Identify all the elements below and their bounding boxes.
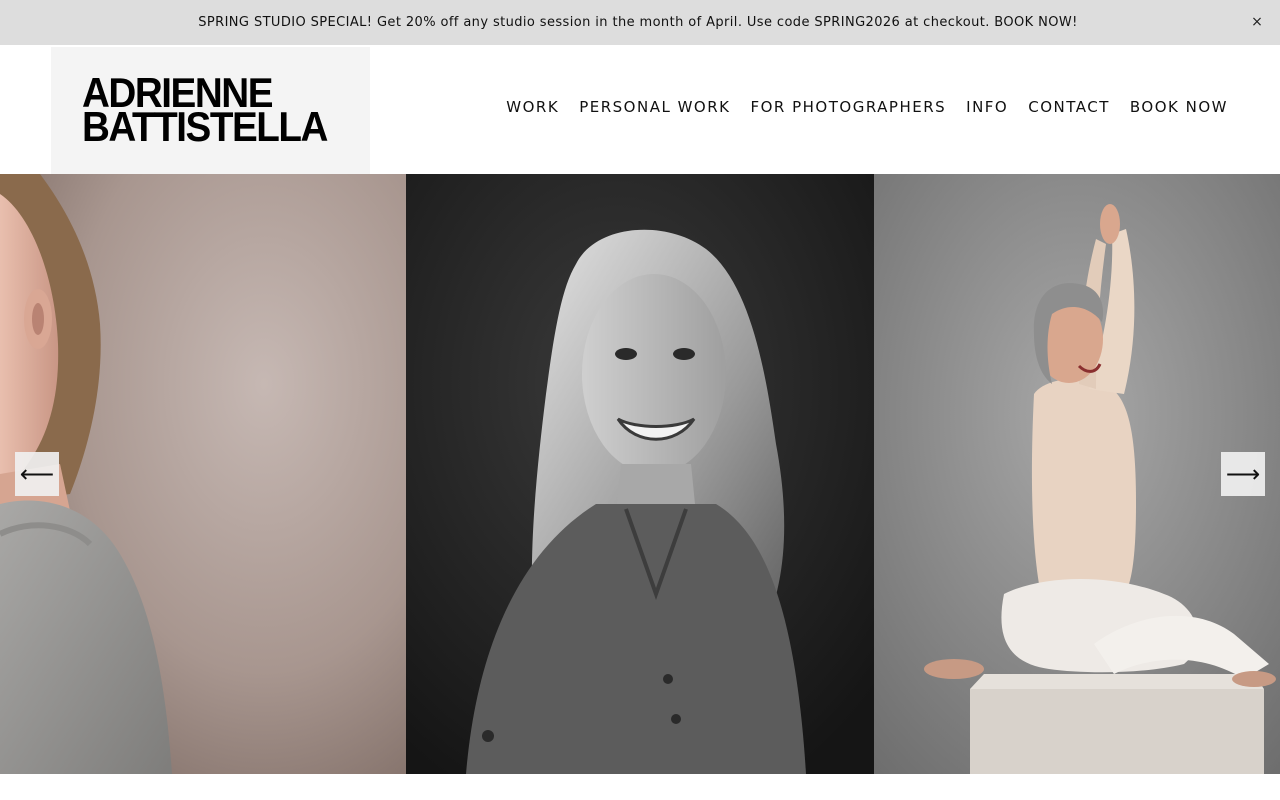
announcement-text[interactable]: SPRING STUDIO SPECIAL! Get 20% off any s…: [198, 15, 1078, 30]
nav-item-for-photographers[interactable]: FOR PHOTOGRAPHERS: [750, 98, 946, 116]
arrow-left-icon: ⟵: [19, 460, 55, 488]
portrait-image: [406, 174, 874, 774]
main-nav: WORK PERSONAL WORK FOR PHOTOGRAPHERS INF…: [506, 98, 1228, 116]
portrait-image: [874, 174, 1280, 774]
site-header: ADRIENNE BATTISTELLA WORK PERSONAL WORK …: [0, 45, 1280, 174]
photo-gallery: ⟵ ⟶: [0, 174, 1280, 774]
close-icon[interactable]: ×: [1247, 12, 1267, 32]
nav-item-info[interactable]: INFO: [966, 98, 1008, 116]
portrait-image: [0, 174, 406, 774]
gallery-slide-woman-yoga-pose[interactable]: [874, 174, 1280, 774]
logo-line-2: BATTISTELLA: [82, 103, 328, 150]
nav-item-book-now[interactable]: BOOK NOW: [1130, 98, 1228, 116]
site-logo[interactable]: ADRIENNE BATTISTELLA: [51, 47, 370, 174]
nav-item-work[interactable]: WORK: [506, 98, 559, 116]
announcement-bar: SPRING STUDIO SPECIAL! Get 20% off any s…: [0, 0, 1280, 45]
arrow-right-icon: ⟶: [1225, 460, 1261, 488]
nav-item-contact[interactable]: CONTACT: [1028, 98, 1110, 116]
prev-slide-button[interactable]: ⟵: [15, 452, 59, 496]
gallery-slide-smiling-woman-bw[interactable]: [406, 174, 874, 774]
next-slide-button[interactable]: ⟶: [1221, 452, 1265, 496]
nav-item-personal-work[interactable]: PERSONAL WORK: [579, 98, 730, 116]
gallery-slide-woman-grey-sweater[interactable]: [0, 174, 406, 774]
